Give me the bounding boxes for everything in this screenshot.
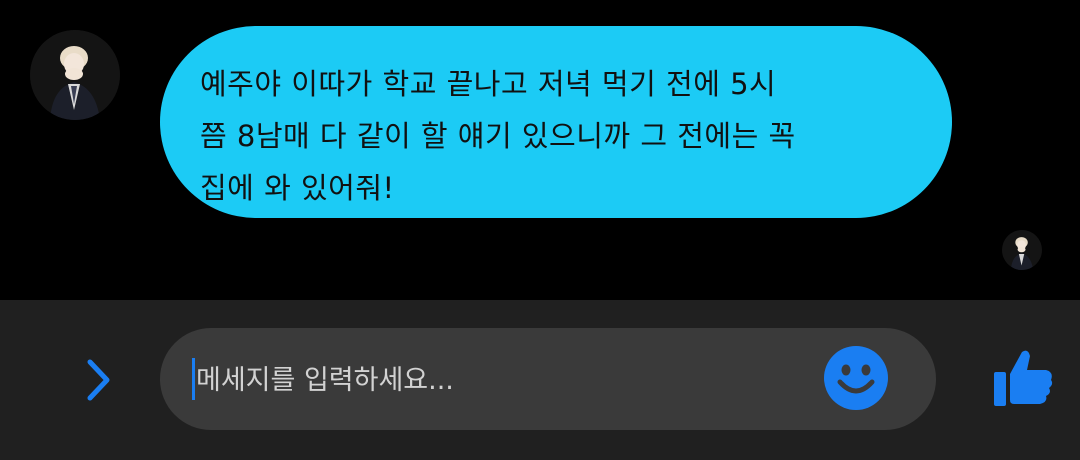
message-list: 예주야 이따가 학교 끝나고 저녁 먹기 전에 5시 쯤 8남매 다 같이 할 …	[0, 0, 1080, 300]
text-cursor	[192, 358, 195, 400]
message-line: 예주야 이따가 학교 끝나고 저녁 먹기 전에 5시	[200, 67, 777, 101]
thumbs-up-icon	[994, 350, 1053, 406]
message-input[interactable]	[196, 358, 796, 402]
smiley-icon	[824, 346, 888, 410]
message-line: 집에 와 있어줘!	[200, 171, 395, 205]
avatar-photo-icon	[30, 30, 120, 120]
chevron-right-icon	[87, 359, 110, 401]
like-button[interactable]	[990, 344, 1056, 410]
message-line: 쯤 8남매 다 같이 할 얘기 있으니까 그 전에는 꼭	[200, 119, 796, 153]
message-bubble[interactable]: 예주야 이따가 학교 끝나고 저녁 먹기 전에 5시 쯤 8남매 다 같이 할 …	[160, 26, 952, 218]
expand-actions-button[interactable]	[70, 352, 126, 408]
avatar-photo-small-icon	[1002, 230, 1042, 270]
sender-avatar[interactable]	[30, 30, 120, 120]
emoji-button[interactable]	[822, 344, 890, 412]
seen-indicator-avatar	[1002, 230, 1042, 270]
message-text: 예주야 이따가 학교 끝나고 저녁 먹기 전에 5시 쯤 8남매 다 같이 할 …	[200, 58, 916, 214]
